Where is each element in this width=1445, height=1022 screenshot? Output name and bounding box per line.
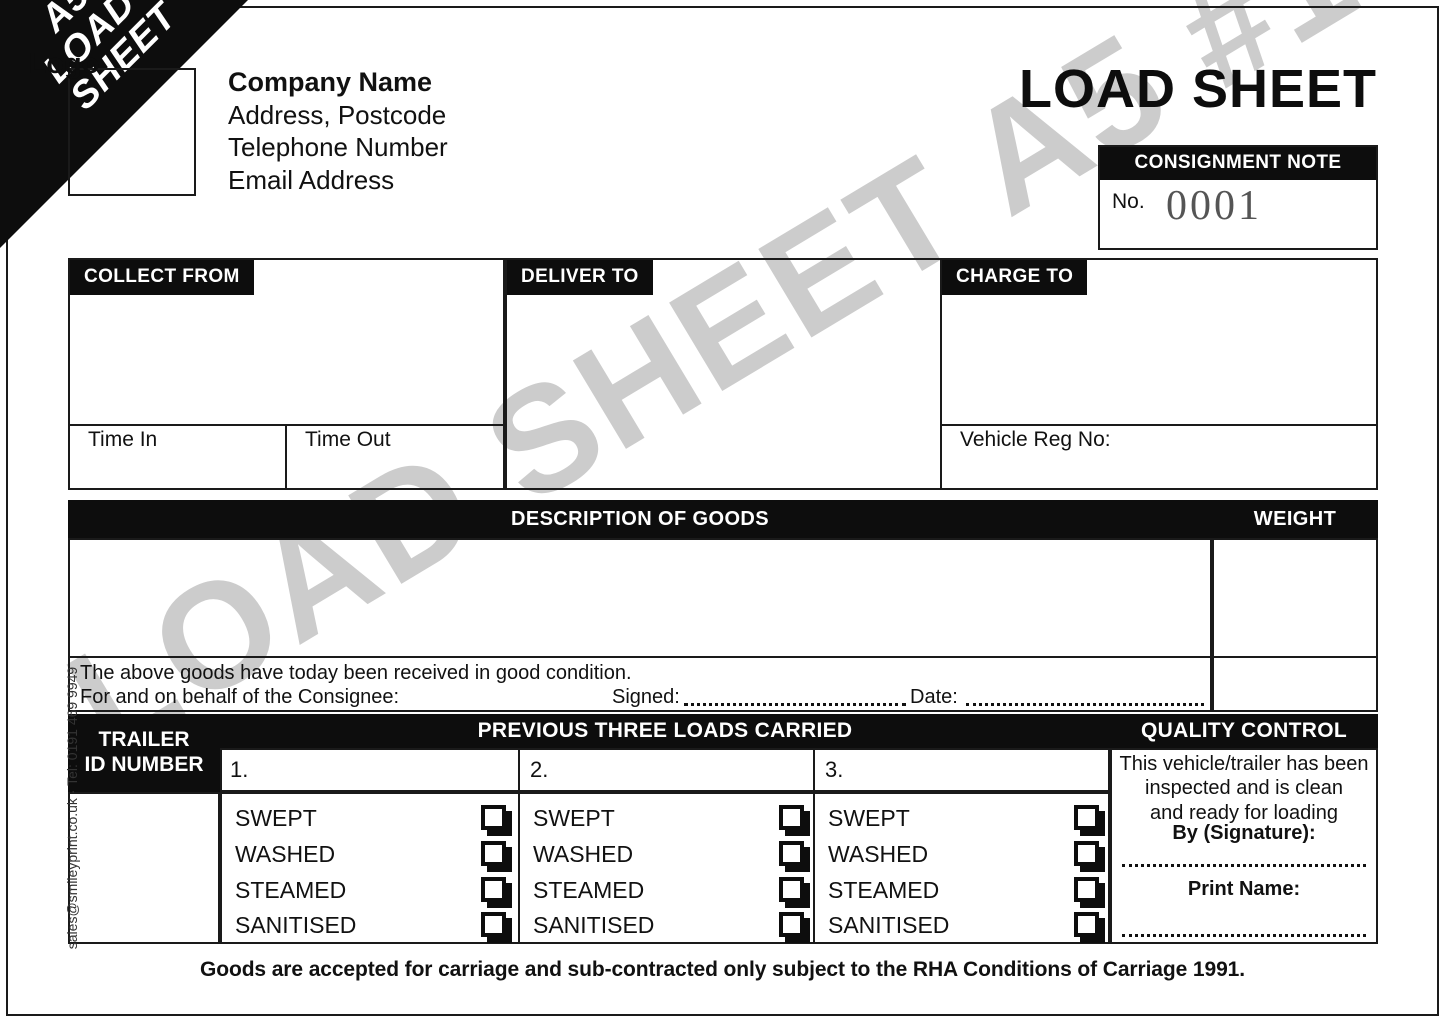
qc-signature-rule[interactable] [1122,864,1366,867]
load-3-option-3-checkbox[interactable] [1074,912,1099,937]
previous-loads-label: PREVIOUS THREE LOADS CARRIED [477,719,853,742]
load-3-option-1-checkbox[interactable] [1074,841,1099,866]
charge-to-label: CHARGE TO [942,260,1088,295]
qc-signature-label: By (Signature): [1172,822,1316,844]
date-input-rule[interactable] [966,703,1204,706]
load-1-number-box[interactable] [220,748,520,792]
load-2-number-box[interactable] [518,748,815,792]
signed-label: Signed: [612,686,680,708]
consignment-note-body: No. 0001 [1100,180,1376,240]
load-1-option-1-label: WASHED [235,841,336,867]
qc-text-line-2: inspected and is clean [1145,777,1343,800]
load-2-number: 2. [530,757,549,782]
load-2-option-3-label: SANITISED [533,912,655,938]
load-3-option-2-checkbox[interactable] [1074,877,1099,902]
load-2-option-0-checkbox[interactable] [779,805,804,830]
trailer-id-line-2: ID NUMBER [84,753,204,776]
load-1-option-3-checkbox[interactable] [481,912,506,937]
load-1-option-1-checkbox[interactable] [481,841,506,866]
load-3-option-1-label: WASHED [828,841,929,867]
receipt-line-2: For and on behalf of the Consignee: [80,686,400,708]
time-in-label: Time In [88,428,158,451]
description-of-goods-label: DESCRIPTION OF GOODS [510,507,770,530]
date-label: Date: [910,686,958,708]
qc-text-line-1: This vehicle/trailer has been [1119,753,1369,775]
trailer-id-line-1: TRAILER [98,728,190,752]
load-2-option-3-checkbox[interactable] [779,912,804,937]
qc-print-name-rule[interactable] [1122,934,1366,937]
load-3-option-0-checkbox[interactable] [1074,805,1099,830]
load-sheet-page: LOAD SHEET A5 #1 A5 #1 LOAD SHEET Logo C… [0,0,1445,1022]
receipt-line-1: The above goods have today been received… [80,662,632,684]
qc-print-name-label: Print Name: [1187,878,1301,900]
quality-control-label: QUALITY CONTROL [1141,719,1347,742]
terms-footer: Goods are accepted for carriage and sub-… [200,958,1245,981]
side-contact-info: sales@smileyprint.co.uk · Tel: 0191 469 … [64,666,80,950]
load-2-option-1-checkbox[interactable] [779,841,804,866]
trailer-id-label: TRAILER ID NUMBER [68,714,220,792]
load-2-option-0-label: SWEPT [533,805,615,831]
signed-input-rule[interactable] [684,703,906,706]
load-1-option-2-label: STEAMED [235,877,347,903]
load-3-number: 3. [825,757,844,782]
load-1-option-0-checkbox[interactable] [481,805,506,830]
load-1-option-3-label: SANITISED [235,912,357,938]
trailer-id-field[interactable] [68,792,220,944]
company-email: Email Address [228,164,395,195]
consignment-note-panel: CONSIGNMENT NOTE No. 0001 [1098,145,1378,250]
load-2-option-2-label: STEAMED [533,877,645,903]
load-1-number: 1. [230,757,249,782]
company-address: Address, Postcode [228,99,447,130]
consignment-no-label: No. [1112,190,1145,213]
time-out-label: Time Out [305,428,391,451]
consignment-number: 0001 [1166,183,1262,229]
page-title: LOAD SHEET [1018,59,1377,119]
consignment-note-heading: CONSIGNMENT NOTE [1100,147,1376,180]
load-2-option-2-checkbox[interactable] [779,877,804,902]
company-telephone: Telephone Number [228,132,448,163]
deliver-to-label: DELIVER TO [507,260,653,295]
quality-control-text: This vehicle/trailer has been inspected … [1118,752,1370,825]
vehicle-reg-label: Vehicle Reg No: [960,428,1111,451]
load-2-option-1-label: WASHED [533,841,634,867]
load-3-option-2-label: STEAMED [828,877,940,903]
load-1-option-0-label: SWEPT [235,805,317,831]
load-3-option-3-label: SANITISED [828,912,950,938]
load-3-option-0-label: SWEPT [828,805,910,831]
weight-label: WEIGHT [1253,507,1337,530]
collect-from-label: COLLECT FROM [70,260,254,295]
load-1-option-2-checkbox[interactable] [481,877,506,902]
load-3-number-box[interactable] [813,748,1110,792]
company-details: Company Name Address, Postcode Telephone… [228,66,868,196]
description-of-goods-field[interactable] [68,538,1212,658]
weight-field[interactable] [1212,538,1378,658]
weight-total-field[interactable] [1212,656,1378,712]
company-name: Company Name [228,67,433,97]
logo-placeholder-label: Logo [28,47,100,80]
